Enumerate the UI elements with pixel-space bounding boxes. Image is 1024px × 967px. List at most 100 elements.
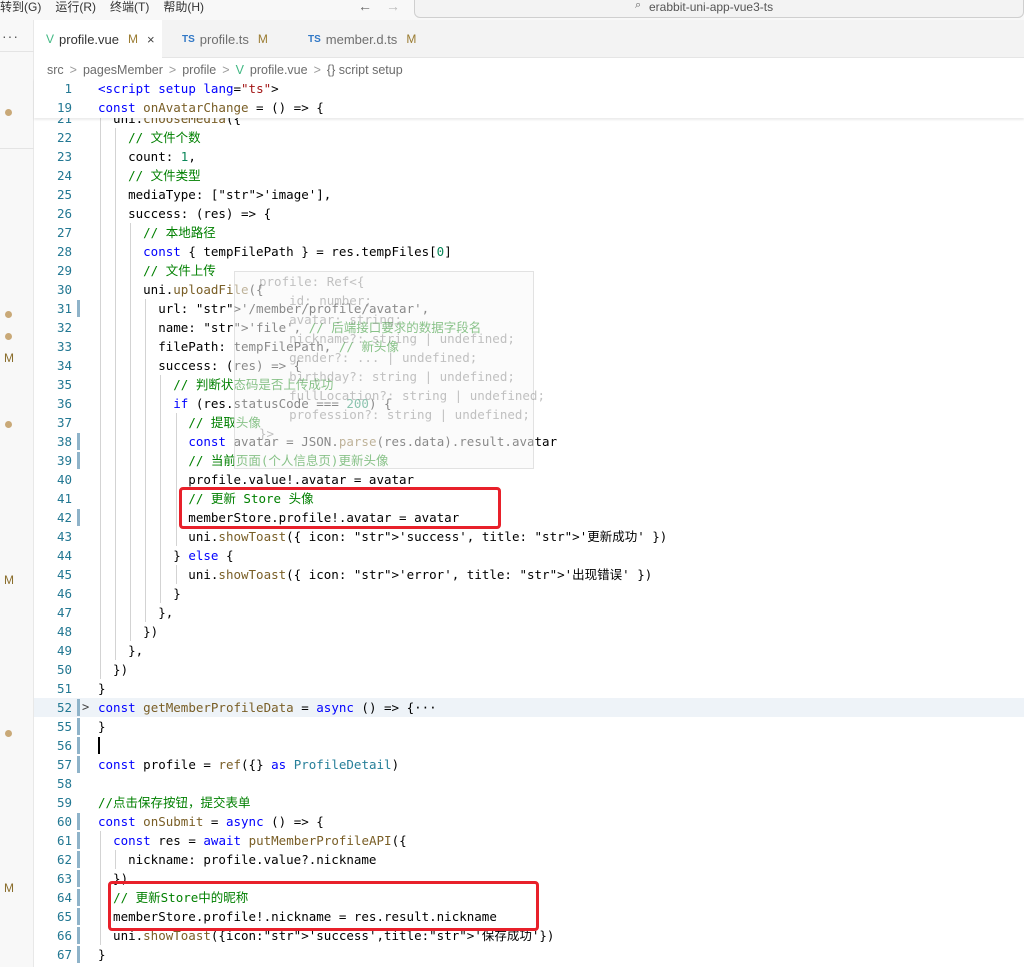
code-line[interactable]: 67} — [34, 945, 1024, 964]
code-line[interactable]: 59 //点击保存按钮，提交表单 — [34, 793, 1024, 812]
line-number: 56 — [56, 738, 72, 753]
search-icon: ⌕ — [635, 0, 642, 11]
modified-dot-icon — [5, 311, 12, 318]
code-text: <script setup lang="ts"> — [98, 81, 279, 96]
code-line[interactable]: 44 } else { — [34, 546, 1024, 565]
line-number: 40 — [56, 472, 72, 487]
code-line[interactable]: 1 <script setup lang="ts"> — [34, 79, 1024, 98]
line-number: 52 — [56, 700, 72, 715]
line-number: 22 — [56, 130, 72, 145]
code-line[interactable]: 58 — [34, 774, 1024, 793]
chevron-right-icon: > — [168, 63, 177, 77]
line-number: 57 — [56, 757, 72, 772]
code-line[interactable]: 52 > const getMemberProfileData = async ()… — [34, 698, 1024, 717]
code-line[interactable]: 49 }, — [34, 641, 1024, 660]
code-line[interactable]: 47 }, — [34, 603, 1024, 622]
tab-profile-vue[interactable]: V profile.vue M × — [34, 20, 162, 58]
modified-badge: M — [4, 881, 14, 895]
more-icon[interactable]: ··· — [2, 28, 19, 44]
code-line[interactable]: 56 — [34, 736, 1024, 755]
code-line[interactable]: 48 }) — [34, 622, 1024, 641]
breadcrumb-item[interactable]: src — [47, 63, 64, 77]
tooltip-line: avatar: string; — [259, 312, 402, 327]
hover-tooltip: profile: Ref<{ id: number; avatar: strin… — [234, 271, 545, 469]
line-number: 46 — [56, 586, 72, 601]
forward-arrow-icon[interactable]: → — [386, 0, 400, 14]
breadcrumb-item[interactable]: pagesMember — [83, 63, 163, 77]
tooltip-line: birthday?: string | undefined; — [259, 369, 515, 384]
fold-chevron-icon[interactable]: > — [82, 698, 89, 717]
breadcrumb-item[interactable]: {} script setup — [327, 63, 403, 77]
line-number: 24 — [56, 168, 72, 183]
line-number: 67 — [56, 947, 72, 962]
code-line[interactable]: 57 const profile = ref({} as ProfileDetai… — [34, 755, 1024, 774]
change-marker — [77, 927, 80, 944]
line-number: 50 — [56, 662, 72, 677]
code-line[interactable]: 50 }) — [34, 660, 1024, 679]
code-text: const getMemberProfileData = async () =>… — [98, 700, 437, 715]
line-number: 23 — [56, 149, 72, 164]
breadcrumb: src > pagesMember > profile > V profile.… — [47, 61, 403, 79]
divider — [0, 51, 34, 52]
editor-tabs: V profile.vue M × TS profile.ts M TS mem… — [34, 20, 1024, 58]
code-line[interactable]: 24 // 文件类型 — [34, 166, 1024, 185]
code-line[interactable]: 51} — [34, 679, 1024, 698]
change-marker — [77, 908, 80, 925]
code-text: }) — [98, 624, 159, 639]
code-line[interactable]: 60 const onSubmit = async () => { — [34, 812, 1024, 831]
code-text: //点击保存按钮，提交表单 — [98, 795, 251, 810]
ts-file-icon: TS — [182, 33, 195, 45]
tab-profile-ts[interactable]: TS profile.ts M — [170, 20, 290, 58]
menu-item-help[interactable]: 帮助(H) — [163, 0, 204, 14]
code-line[interactable]: 23 count: 1, — [34, 147, 1024, 166]
change-marker — [77, 756, 80, 773]
tooltip-line: }> — [259, 426, 275, 441]
line-number: 1 — [64, 81, 72, 96]
tab-member-dts[interactable]: TS member.d.ts M — [296, 20, 436, 58]
modified-badge: M — [4, 573, 14, 587]
code-line[interactable]: 61 const res = await putMemberProfileAPI… — [34, 831, 1024, 850]
code-editor[interactable]: 1 <script setup lang="ts"> 19 const onAvata… — [34, 78, 1024, 967]
tooltip-line: fullLocation?: string | undefined; — [259, 388, 545, 403]
line-number: 33 — [56, 339, 72, 354]
code-line[interactable]: 19 const onAvatarChange = () => { — [34, 98, 1024, 117]
change-marker — [77, 946, 80, 963]
breadcrumb-item[interactable]: profile — [182, 63, 216, 77]
tab-label: profile.ts — [199, 31, 249, 47]
code-line[interactable]: 45 uni.showToast({ icon: "str">'error', … — [34, 565, 1024, 584]
code-text: } — [98, 719, 106, 734]
modified-dot-icon — [5, 421, 12, 428]
highlight-box-store-nickname — [108, 881, 539, 931]
code-line[interactable]: 27 // 本地路径 — [34, 223, 1024, 242]
menu-item-run[interactable]: 运行(R) — [55, 0, 96, 14]
code-text: success: (res) => { — [98, 206, 272, 221]
code-text: uni.showToast({ icon: "str">'error', tit… — [98, 567, 653, 582]
command-center-text: erabbit-uni-app-vue3-ts — [649, 0, 774, 14]
line-number: 51 — [56, 681, 72, 696]
code-text: uni.showToast({ icon: "str">'success', t… — [98, 529, 668, 544]
code-line[interactable]: 62 nickname: profile.value?.nickname — [34, 850, 1024, 869]
tooltip-line: nickname?: string | undefined; — [259, 331, 515, 346]
code-line[interactable]: 22 // 文件个数 — [34, 128, 1024, 147]
line-number: 28 — [56, 244, 72, 259]
menu-item-goto[interactable]: 转到(G) — [0, 0, 41, 14]
tooltip-line: profession?: string | undefined; — [259, 407, 530, 422]
ts-file-icon: TS — [308, 33, 321, 45]
close-icon[interactable]: × — [147, 32, 155, 47]
line-number: 31 — [56, 301, 72, 316]
line-number: 26 — [56, 206, 72, 221]
code-line[interactable]: 25 mediaType: ["str">'image'], — [34, 185, 1024, 204]
line-number: 37 — [56, 415, 72, 430]
code-text: } — [98, 586, 181, 601]
change-marker — [77, 737, 80, 754]
code-line[interactable]: 28 const { tempFilePath } = res.tempFile… — [34, 242, 1024, 261]
code-text: // 文件类型 — [128, 168, 201, 183]
menu-item-terminal[interactable]: 终端(T) — [110, 0, 149, 14]
code-line[interactable]: 26 success: (res) => { — [34, 204, 1024, 223]
command-center[interactable]: ⌕ erabbit-uni-app-vue3-ts — [414, 0, 1024, 18]
code-line[interactable]: 46 } — [34, 584, 1024, 603]
code-line[interactable]: 55} — [34, 717, 1024, 736]
code-line[interactable]: 43 uni.showToast({ icon: "str">'success'… — [34, 527, 1024, 546]
breadcrumb-item[interactable]: profile.vue — [250, 63, 308, 77]
back-arrow-icon[interactable]: ← — [358, 0, 372, 14]
